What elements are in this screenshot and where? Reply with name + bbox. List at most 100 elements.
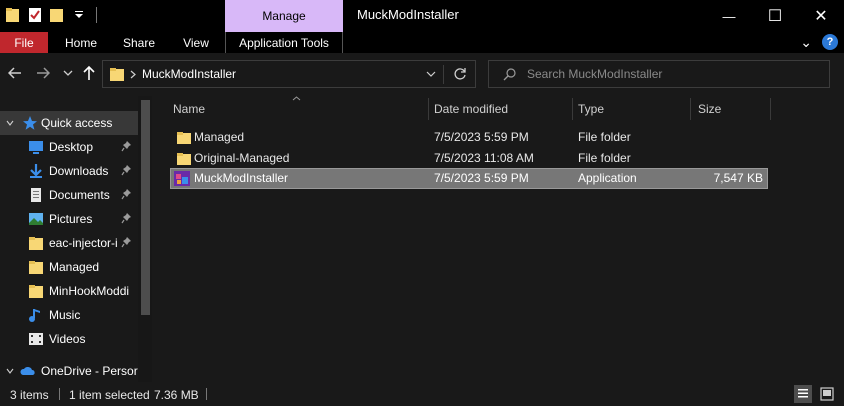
close-icon: ✕ [814, 8, 828, 25]
folder-icon [29, 285, 43, 298]
ribbon-tabs: File Home Share View Application Tools ⌄… [0, 32, 844, 53]
column-header-label: Type [578, 102, 605, 116]
column-header-label: Name [173, 102, 206, 116]
toolbar-divider [96, 7, 97, 23]
desktop-folder-icon [29, 141, 43, 154]
sidebar-item-documents[interactable]: Documents [0, 183, 138, 207]
sidebar-item-eac-injector[interactable]: eac-injector-i [0, 231, 138, 255]
sidebar-item-pictures[interactable]: Pictures [0, 207, 138, 231]
refresh-icon[interactable] [453, 67, 467, 81]
sidebar-item-videos[interactable]: Videos [0, 327, 138, 351]
pin-icon [121, 165, 131, 176]
folder-icon [29, 237, 43, 250]
help-icon[interactable]: ? [822, 34, 838, 50]
sidebar-item-label: OneDrive - Persor [41, 364, 138, 378]
expand-arrow-icon[interactable] [6, 368, 14, 374]
tab-view[interactable]: View [172, 32, 220, 53]
window-title: MuckModInstaller [357, 7, 459, 22]
file-date: 7/5/2023 5:59 PM [434, 171, 529, 185]
file-row-managed[interactable]: Managed 7/5/2023 5:59 PM File folder [170, 127, 768, 148]
sidebar-item-quick-access[interactable]: Quick access [0, 111, 138, 135]
sidebar-item-minhookmoddi[interactable]: MinHookModdi [0, 279, 138, 303]
onedrive-icon [20, 366, 35, 375]
ribbon-controls: ⌄ ? [800, 34, 838, 50]
status-divider [59, 388, 60, 400]
back-arrow-icon[interactable] [8, 66, 22, 80]
file-name: MuckModInstaller [194, 171, 289, 185]
address-history-chevron-icon[interactable] [426, 71, 436, 78]
close-button[interactable]: ✕ [798, 0, 844, 32]
up-arrow-icon[interactable] [82, 65, 96, 81]
column-divider[interactable] [690, 98, 691, 120]
recent-locations-chevron-icon[interactable] [63, 69, 73, 77]
file-date: 7/5/2023 5:59 PM [434, 130, 529, 144]
properties-icon[interactable] [28, 7, 42, 23]
status-divider [206, 388, 207, 400]
sidebar-item-label: Quick access [41, 116, 113, 130]
file-size: 7,547 KB [713, 171, 763, 185]
large-icons-view-icon[interactable] [818, 385, 836, 403]
column-header-type[interactable]: Type [578, 96, 690, 122]
column-header-size[interactable]: Size [698, 96, 768, 122]
details-view-icon[interactable] [794, 385, 812, 403]
pin-icon [121, 237, 131, 248]
file-row-muckmodinstaller[interactable]: MuckModInstaller 7/5/2023 5:59 PM Applic… [170, 168, 768, 189]
minimize-button[interactable]: — [706, 0, 752, 32]
sidebar-item-label: Videos [49, 332, 86, 346]
tab-application-tools[interactable]: Application Tools [225, 32, 343, 53]
address-bar[interactable]: MuckModInstaller [102, 60, 476, 88]
sidebar-item-downloads[interactable]: Downloads [0, 159, 138, 183]
application-icon [174, 171, 190, 186]
pin-icon [121, 141, 131, 152]
column-divider[interactable] [770, 98, 771, 120]
music-folder-icon [29, 309, 40, 322]
sidebar-item-label: Downloads [49, 164, 109, 178]
item-count: 3 items [10, 388, 49, 402]
folder-icon [29, 261, 43, 274]
column-header-date-modified[interactable]: Date modified [434, 96, 572, 122]
sidebar-item-label: Managed [49, 260, 100, 274]
new-folder-icon[interactable] [50, 7, 64, 23]
sidebar-item-label: Desktop [49, 140, 94, 154]
tab-share[interactable]: Share [114, 32, 164, 53]
tab-file[interactable]: File [0, 32, 48, 53]
star-icon [23, 116, 37, 130]
pictures-folder-icon [29, 213, 43, 225]
column-divider[interactable] [572, 98, 573, 120]
column-header-name[interactable]: Name [173, 96, 428, 122]
videos-folder-icon [29, 333, 43, 345]
folder-icon[interactable] [6, 7, 20, 23]
downloads-folder-icon [30, 164, 42, 178]
expand-arrow-icon[interactable] [6, 120, 14, 126]
forward-arrow-icon[interactable] [36, 66, 50, 80]
sidebar-item-desktop[interactable]: Desktop [0, 135, 138, 159]
search-box[interactable]: Search MuckModInstaller [488, 60, 830, 88]
expand-ribbon-icon[interactable]: ⌄ [800, 35, 812, 49]
sidebar-item-onedrive[interactable]: OneDrive - Persor [0, 359, 138, 382]
breadcrumb-chevron-icon[interactable] [130, 70, 136, 79]
folder-icon [177, 153, 191, 165]
sidebar-item-label: Documents [49, 188, 110, 202]
file-name: Original-Managed [194, 151, 290, 165]
search-placeholder: Search MuckModInstaller [527, 67, 663, 81]
title-bar: Manage MuckModInstaller — ☐ ✕ [0, 0, 844, 32]
pin-icon [121, 189, 131, 200]
sidebar-scrollbar-thumb[interactable] [141, 100, 150, 315]
file-row-original-managed[interactable]: Original-Managed 7/5/2023 11:08 AM File … [170, 148, 768, 169]
file-name: Managed [194, 130, 245, 144]
sidebar-item-music[interactable]: Music [0, 303, 138, 327]
column-divider[interactable] [428, 98, 429, 120]
column-header-label: Size [698, 102, 722, 116]
sidebar-item-managed[interactable]: Managed [0, 255, 138, 279]
selection-size: 7.36 MB [154, 388, 199, 402]
maximize-icon: ☐ [767, 8, 783, 25]
maximize-button[interactable]: ☐ [752, 0, 798, 32]
manage-tab[interactable]: Manage [225, 0, 343, 32]
file-type: File folder [578, 151, 631, 165]
file-type: Application [578, 171, 637, 185]
customize-toolbar-icon[interactable] [72, 7, 86, 23]
sidebar-item-label: Music [49, 308, 81, 322]
selection-status: 1 item selected [69, 388, 150, 402]
tab-home[interactable]: Home [56, 32, 106, 53]
breadcrumb-segment[interactable]: MuckModInstaller [142, 67, 236, 81]
